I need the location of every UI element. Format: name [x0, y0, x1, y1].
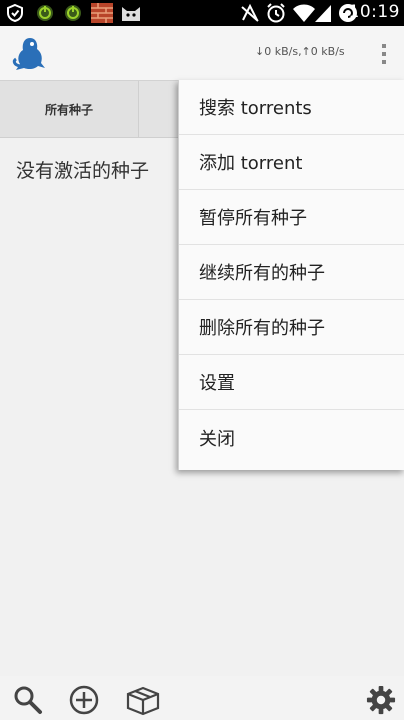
alarm-icon: [267, 3, 285, 23]
shield-icon: [7, 3, 23, 23]
search-icon[interactable]: [12, 684, 44, 716]
no-signal-icon: [241, 3, 259, 22]
transfer-speed: ↓0 kB/s,↑0 kB/s: [255, 45, 345, 58]
settings-gear-icon[interactable]: [366, 684, 396, 716]
menu-item-pause-all[interactable]: 暂停所有种子: [179, 190, 404, 245]
wifi-icon: [293, 4, 315, 22]
menu-item-search-torrents[interactable]: 搜索 torrents: [179, 80, 404, 135]
package-icon[interactable]: [124, 684, 162, 716]
android-debug-icon: [65, 5, 81, 21]
empty-message: 没有激活的种子: [16, 160, 150, 182]
android-debug-icon: [37, 5, 53, 21]
signal-icon: [315, 5, 331, 22]
tab-all-torrents[interactable]: 所有种子: [0, 81, 139, 137]
cat-icon: [122, 7, 140, 21]
menu-item-remove-all[interactable]: 删除所有的种子: [179, 300, 404, 355]
action-bar: ↓0 kB/s,↑0 kB/s: [0, 26, 404, 80]
screen: 10:19 ↓0 kB/s,↑0 kB/s 所有种子 没有激活的种子 搜索 to…: [0, 0, 404, 720]
menu-item-close[interactable]: 关闭: [179, 410, 404, 465]
more-vertical-icon[interactable]: [374, 40, 394, 68]
status-bar: 10:19: [0, 0, 404, 26]
status-time: 10:19: [348, 2, 400, 22]
overflow-menu: 搜索 torrents 添加 torrent 暂停所有种子 继续所有的种子 删除…: [178, 80, 404, 470]
menu-item-settings[interactable]: 设置: [179, 355, 404, 410]
firewall-icon: [91, 3, 113, 23]
add-circle-icon[interactable]: [68, 684, 100, 716]
frog-logo-icon[interactable]: [10, 35, 50, 73]
menu-item-add-torrent[interactable]: 添加 torrent: [179, 135, 404, 190]
bottom-bar: [0, 676, 404, 720]
menu-item-resume-all[interactable]: 继续所有的种子: [179, 245, 404, 300]
